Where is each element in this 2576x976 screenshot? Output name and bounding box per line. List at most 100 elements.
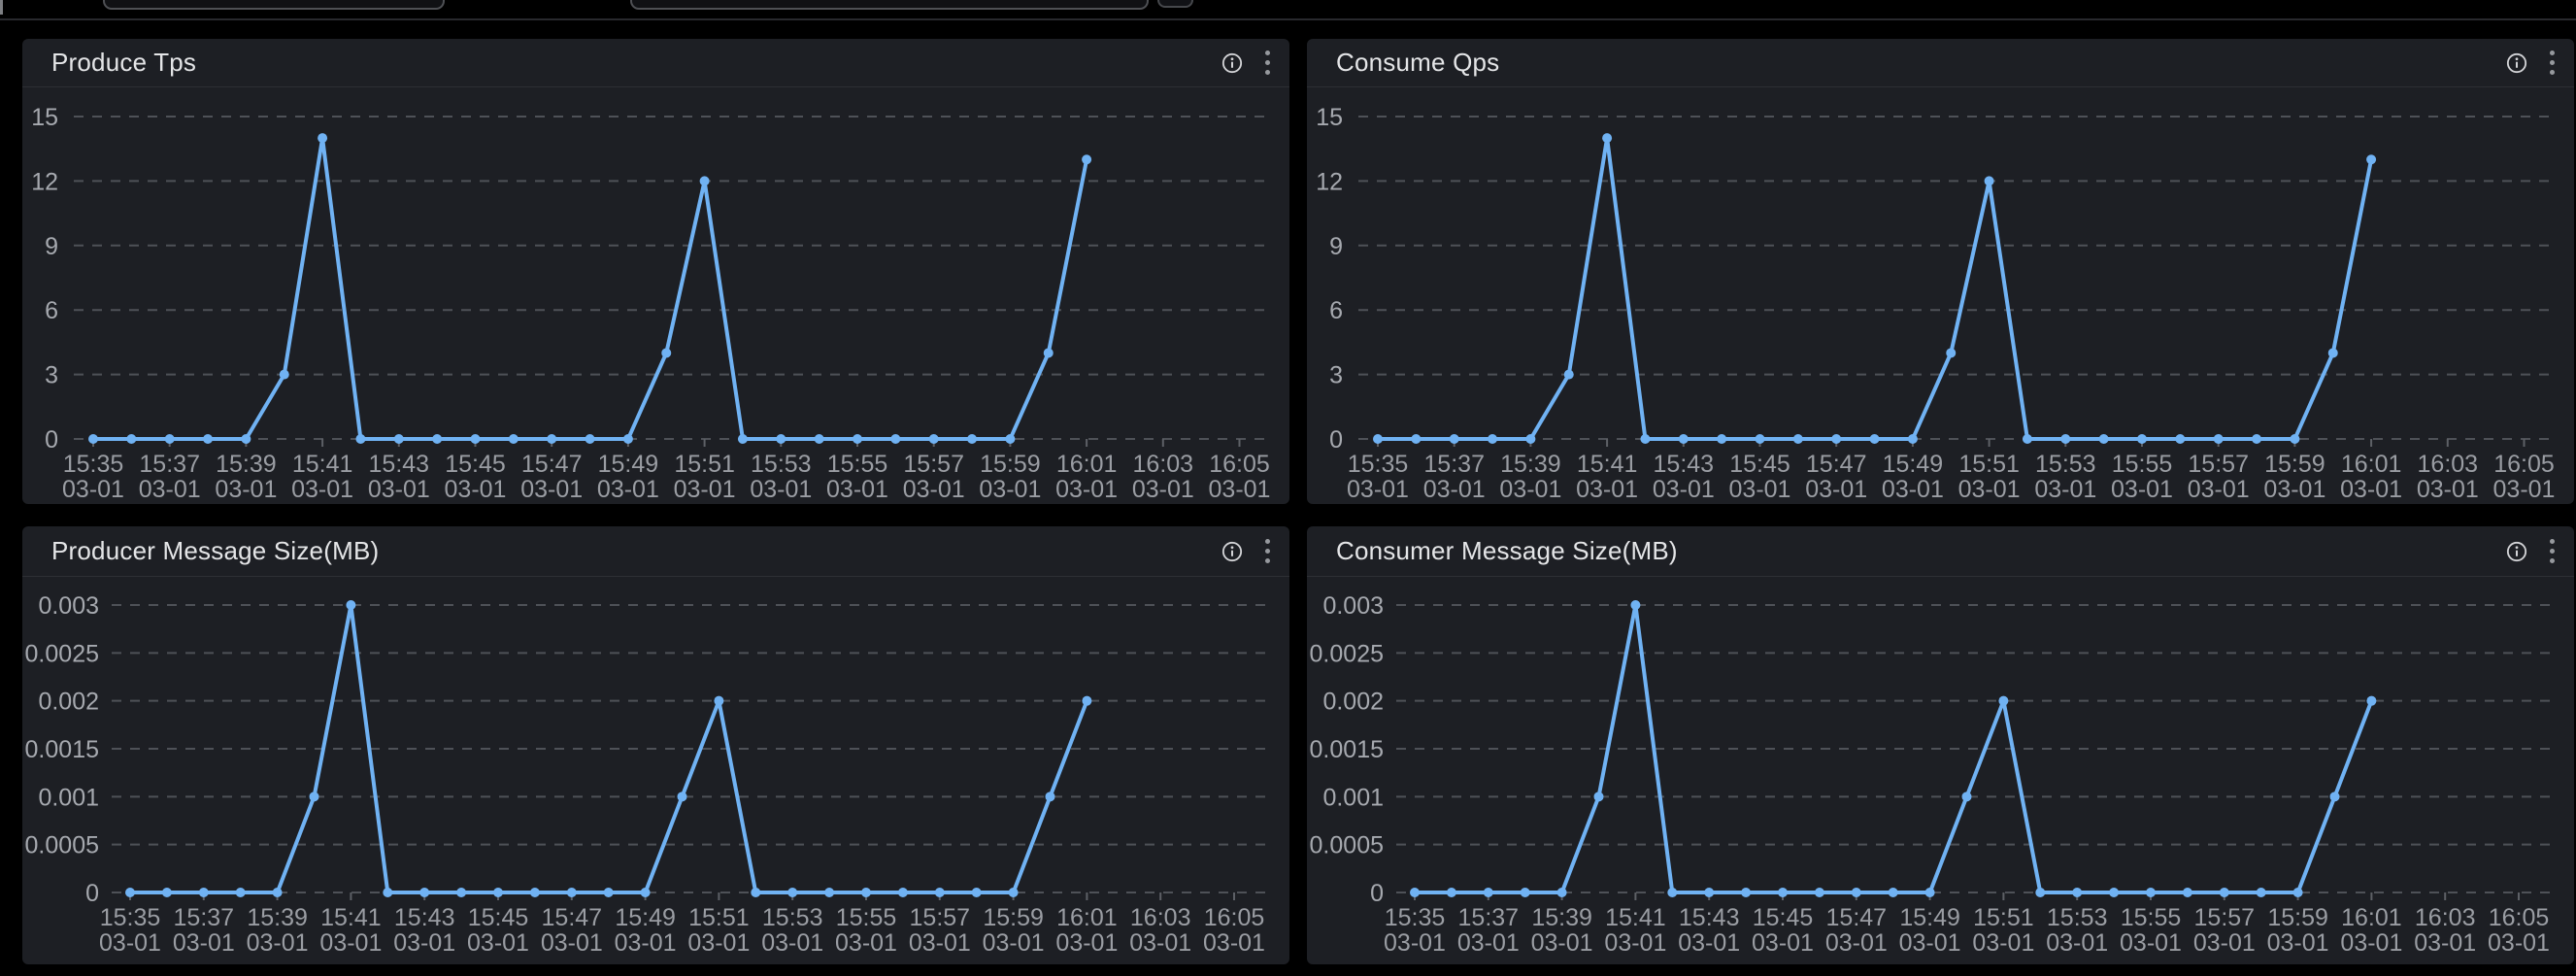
data-point: [861, 888, 871, 897]
data-point: [1411, 434, 1421, 444]
x-axis-date-label: 03-01: [247, 929, 309, 957]
kebab-menu-icon[interactable]: [1259, 535, 1276, 567]
data-point: [471, 434, 481, 444]
data-point: [824, 888, 834, 897]
data-point: [1756, 434, 1765, 444]
series-line: [1378, 138, 2371, 439]
x-axis-date-label: 03-01: [2340, 929, 2402, 957]
toolbar-input-left[interactable]: [103, 0, 445, 10]
x-axis-time-label: 15:35: [63, 451, 124, 478]
line-chart-producer-message-size[interactable]: 00.00050.0010.00150.0020.00250.00315:350…: [22, 577, 1289, 964]
data-point: [1410, 888, 1420, 897]
line-chart-consume-qps[interactable]: 0369121515:3503-0115:3703-0115:3903-0115…: [1307, 87, 2574, 504]
x-axis-time-label: 15:39: [247, 904, 308, 931]
x-axis-time-label: 15:49: [598, 451, 659, 478]
x-axis-date-label: 03-01: [393, 929, 455, 957]
line-chart-consumer-message-size[interactable]: 00.00050.0010.00150.0020.00250.00315:350…: [1307, 577, 2574, 964]
x-axis-time-label: 15:47: [1826, 904, 1888, 931]
y-axis-label: 0.001: [38, 784, 99, 811]
x-axis-time-label: 15:53: [751, 451, 812, 478]
data-point: [2252, 434, 2261, 444]
toolbar-input-right[interactable]: [630, 0, 1149, 10]
chart-canvas: 0369121515:3503-0115:3703-0115:3903-0115…: [22, 87, 1289, 504]
x-axis-date-label: 03-01: [319, 929, 382, 957]
x-axis-date-label: 03-01: [615, 929, 677, 957]
panel-producer-message-size: Producer Message Size(MB) 00.00050.0010.…: [22, 526, 1289, 964]
data-point: [547, 434, 556, 444]
x-axis-date-label: 03-01: [1423, 476, 1486, 503]
data-point: [419, 888, 429, 897]
x-axis-date-label: 03-01: [1825, 929, 1888, 957]
x-axis-time-label: 15:45: [468, 904, 529, 931]
x-axis-time-label: 15:37: [1458, 904, 1520, 931]
chart-canvas: 0369121515:3503-0115:3703-0115:3903-0115…: [1307, 87, 2574, 504]
data-point: [2214, 434, 2224, 444]
x-axis-time-label: 16:01: [2341, 904, 2402, 931]
data-point: [2293, 888, 2303, 897]
y-axis-label: 6: [45, 297, 58, 324]
x-axis-date-label: 03-01: [2263, 476, 2325, 503]
kebab-menu-icon[interactable]: [2544, 535, 2560, 567]
x-axis-time-label: 16:03: [2418, 451, 2479, 478]
info-icon[interactable]: [1221, 52, 1243, 74]
x-axis-date-label: 03-01: [750, 476, 812, 503]
data-point: [1488, 434, 1497, 444]
toolbar-mini-button[interactable]: [1157, 0, 1193, 8]
data-point: [162, 888, 172, 897]
data-point: [1525, 434, 1535, 444]
x-axis-date-label: 03-01: [979, 476, 1041, 503]
y-axis-label: 3: [45, 362, 58, 389]
data-point: [432, 434, 442, 444]
kebab-menu-icon[interactable]: [2544, 47, 2560, 79]
x-axis-date-label: 03-01: [674, 476, 736, 503]
panel-produce-tps: Produce Tps 0369121515:3503-0115:3703-01…: [22, 39, 1289, 504]
data-point: [1373, 434, 1383, 444]
x-axis-date-label: 03-01: [1576, 476, 1638, 503]
x-axis-time-label: 15:55: [2121, 904, 2182, 931]
x-axis-date-label: 03-01: [62, 476, 124, 503]
data-point: [273, 888, 283, 897]
info-icon[interactable]: [1221, 541, 1243, 562]
data-point: [585, 434, 595, 444]
data-point: [236, 888, 246, 897]
kebab-menu-icon[interactable]: [1259, 47, 1276, 79]
data-point: [1557, 888, 1567, 897]
panel-title: Consumer Message Size(MB): [1307, 536, 1678, 566]
y-axis-label: 15: [31, 104, 58, 131]
x-axis-date-label: 03-01: [139, 476, 201, 503]
chart-canvas: 00.00050.0010.00150.0020.00250.00315:350…: [22, 577, 1289, 964]
data-point: [623, 434, 633, 444]
data-point: [493, 888, 503, 897]
y-axis-label: 0.0015: [25, 736, 99, 763]
data-point: [2137, 434, 2147, 444]
x-axis-date-label: 03-01: [2111, 476, 2173, 503]
data-point: [2366, 696, 2376, 706]
x-axis-date-label: 03-01: [1899, 929, 1961, 957]
y-axis-label: 0.003: [1322, 592, 1384, 620]
data-point: [1082, 154, 1091, 164]
x-axis-time-label: 15:47: [521, 451, 583, 478]
y-axis-label: 9: [1329, 233, 1343, 260]
x-axis-date-label: 03-01: [597, 476, 659, 503]
x-axis-time-label: 15:59: [980, 451, 1041, 478]
data-point: [1852, 888, 1861, 897]
data-point: [1717, 434, 1726, 444]
x-axis-date-label: 03-01: [909, 929, 971, 957]
data-point: [1985, 176, 1994, 185]
x-axis-time-label: 15:45: [445, 451, 506, 478]
x-axis-date-label: 03-01: [2493, 476, 2556, 503]
data-point: [604, 888, 614, 897]
x-axis-time-label: 15:37: [1423, 451, 1485, 478]
x-axis-date-label: 03-01: [2193, 929, 2256, 957]
data-point: [1908, 434, 1918, 444]
info-icon[interactable]: [2506, 52, 2527, 74]
data-point: [1778, 888, 1788, 897]
line-chart-produce-tps[interactable]: 0369121515:3503-0115:3703-0115:3903-0115…: [22, 87, 1289, 504]
data-point: [1962, 791, 1972, 801]
x-axis-date-label: 03-01: [2267, 929, 2329, 957]
x-axis-time-label: 15:39: [1531, 904, 1592, 931]
x-axis-date-label: 03-01: [1132, 476, 1194, 503]
data-point: [1602, 133, 1612, 143]
toolbar-divider: [0, 18, 2576, 20]
info-icon[interactable]: [2506, 541, 2527, 562]
